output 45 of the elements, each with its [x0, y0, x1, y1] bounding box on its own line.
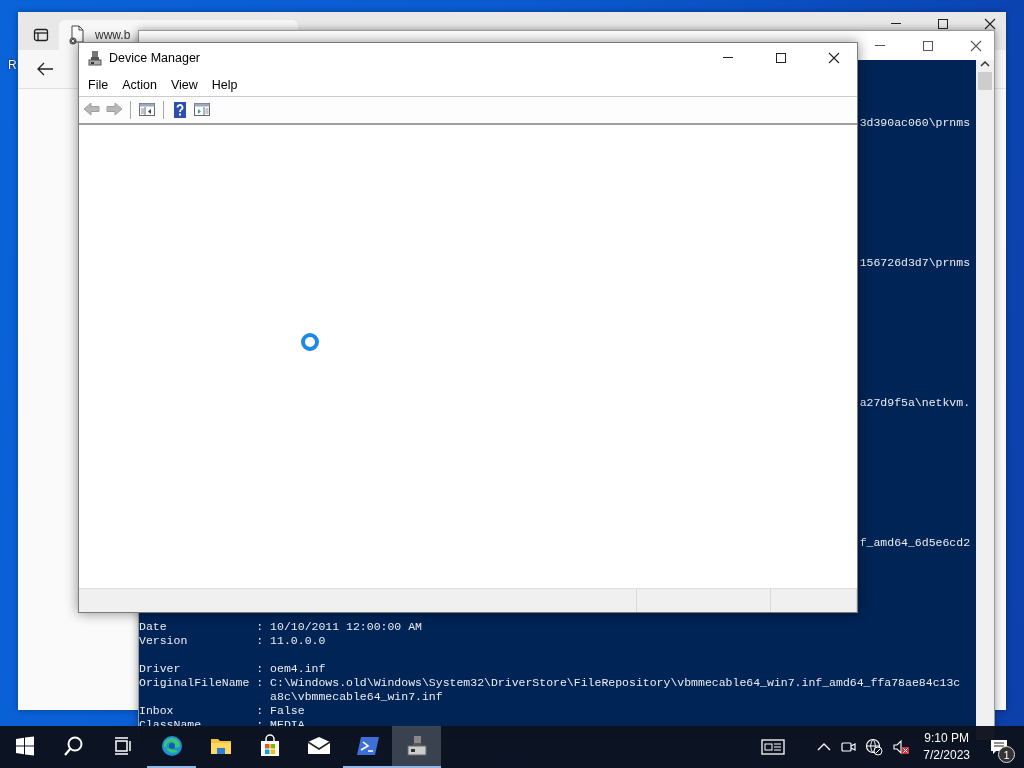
loading-spinner-icon — [300, 332, 320, 352]
console-text: Date : 10/10/2011 12:00:00 AM — [139, 620, 422, 634]
speaker-muted-icon[interactable] — [892, 738, 911, 756]
menu-item[interactable]: File — [81, 75, 116, 94]
console-text: a8c\vbmmecable64_win7.inf — [269, 690, 443, 704]
clock-time: 9:10 PM — [924, 730, 969, 747]
news-icon[interactable] — [761, 738, 786, 756]
window-panel-icon[interactable] — [193, 101, 211, 119]
scroll-thumb[interactable] — [978, 72, 992, 90]
maximize-icon[interactable] — [937, 18, 949, 30]
tab-actions-icon[interactable] — [33, 27, 49, 43]
console-text: ClassName : MEDIA — [139, 718, 305, 732]
taskbar-button[interactable] — [392, 726, 441, 768]
tab-title[interactable]: www.b — [95, 28, 131, 42]
window-panel-icon[interactable] — [138, 101, 156, 119]
desktop-icon-label: R — [8, 58, 17, 72]
console-text: OriginalFileName : C:\Windows.old\Windows\System32\DriverStore\FileRepository\vbmmecable64_win7.inf_amd64_ffa78ae84c13c — [139, 676, 961, 690]
close-icon[interactable] — [970, 39, 982, 52]
console-text: Inbox : False — [139, 704, 305, 718]
menu-item[interactable]: View — [163, 75, 205, 94]
menu-item[interactable]: Action — [115, 75, 164, 94]
chevron-up-icon[interactable] — [817, 742, 832, 752]
console-text: 3d390ac060\prnms — [859, 116, 971, 130]
scroll-up-icon[interactable] — [980, 60, 990, 68]
notification-badge: 1 — [998, 746, 1015, 763]
globe-icon[interactable] — [865, 738, 884, 756]
clock-date: 7/2/2023 — [923, 747, 970, 764]
help-icon[interactable] — [171, 101, 189, 119]
close-icon[interactable] — [984, 18, 996, 30]
console-text: 156726d3d7\prnms — [859, 256, 971, 270]
window-title: Device Manager — [109, 51, 201, 65]
clock[interactable]: 9:10 PM 7/2/2023 — [923, 730, 970, 764]
close-icon[interactable] — [828, 52, 840, 64]
back-icon[interactable] — [36, 62, 54, 76]
maximize-icon[interactable] — [775, 52, 787, 64]
device-manager-icon — [88, 50, 102, 66]
console-text: Driver : oem4.inf — [139, 662, 326, 676]
edge-icon — [159, 734, 184, 758]
menu-item[interactable]: Help — [204, 75, 245, 94]
console-text: Version : 11.0.0.0 — [139, 634, 326, 648]
device-manager-icon — [404, 734, 429, 758]
console-text: a27d9f5a\netkvm. — [859, 396, 971, 410]
console-text: f_amd64_6d5e6cd2 — [859, 536, 971, 550]
maximize-icon[interactable] — [922, 39, 934, 52]
terminal-icon — [355, 734, 380, 758]
